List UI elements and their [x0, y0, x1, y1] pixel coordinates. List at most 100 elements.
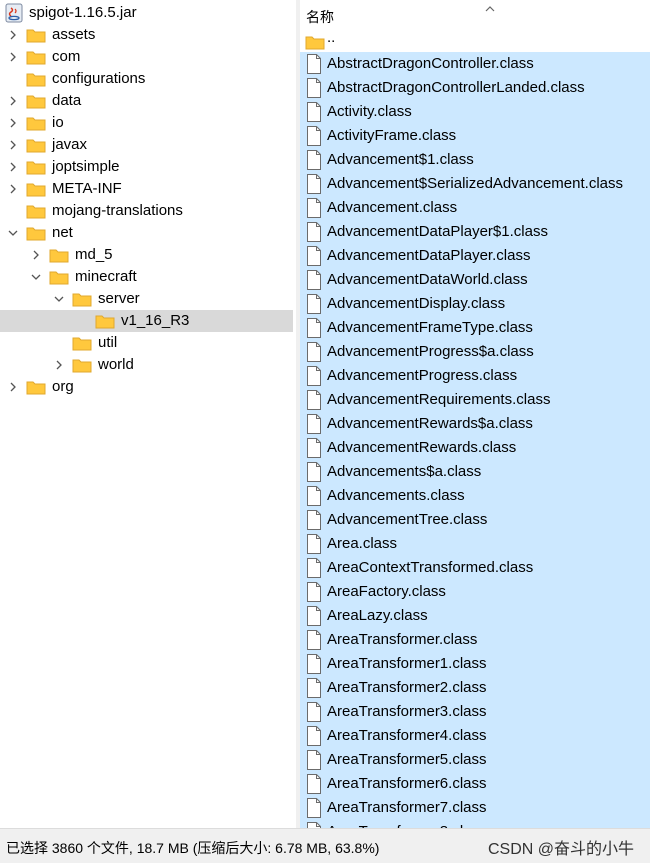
list-item[interactable]: ActivityFrame.class [300, 124, 650, 148]
chevron-down-icon[interactable] [54, 288, 64, 310]
tree-item-data[interactable]: data [0, 90, 296, 112]
tree-item-org[interactable]: org [0, 376, 296, 398]
tree-item-joptsimple[interactable]: joptsimple [0, 156, 296, 178]
list-item[interactable]: AdvancementProgress.class [300, 364, 650, 388]
file-name: Area.class [327, 535, 398, 552]
tree-item-javax[interactable]: javax [0, 134, 296, 156]
list-item[interactable]: AreaTransformer3.class [300, 700, 650, 724]
list-item[interactable]: AdvancementDataPlayer.class [300, 244, 650, 268]
tree-item-meta-inf[interactable]: META-INF [0, 178, 296, 200]
list-item[interactable]: AreaTransformer6.class [300, 772, 650, 796]
folder-icon [95, 313, 115, 329]
tree-item-server[interactable]: server [0, 288, 296, 310]
folder-icon [26, 115, 46, 131]
chevron-right-icon[interactable] [54, 354, 64, 376]
folder-icon [26, 71, 46, 87]
tree-item-assets[interactable]: assets [0, 24, 296, 46]
file-name: AreaTransformer1.class [327, 655, 487, 672]
chevron-right-icon[interactable] [31, 244, 41, 266]
chevron-down-icon[interactable] [8, 222, 18, 244]
list-item[interactable]: AdvancementRequirements.class [300, 388, 650, 412]
list-item[interactable]: AreaTransformer4.class [300, 724, 650, 748]
folder-icon [72, 357, 92, 373]
list-item[interactable]: AdvancementTree.class [300, 508, 650, 532]
list-item[interactable]: AreaTransformer8.class [300, 820, 650, 828]
tree-item-label: v1_16_R3 [121, 312, 190, 329]
list-item[interactable]: Advancements$a.class [300, 460, 650, 484]
list-item[interactable]: Advancement.class [300, 196, 650, 220]
tree-item-label: com [52, 48, 81, 65]
folder-tree[interactable]: spigot-1.16.5.jar assets com configuration… [0, 0, 296, 828]
chevron-right-icon[interactable] [8, 178, 18, 200]
list-item[interactable]: AreaLazy.class [300, 604, 650, 628]
tree-item-label: joptsimple [52, 158, 120, 175]
file-name: AdvancementRequirements.class [327, 391, 551, 408]
tree-item-v1-16-r3[interactable]: v1_16_R3 [0, 310, 293, 332]
status-bar: 已选择 3860 个文件, 18.7 MB (压缩后大小: 6.78 MB, 6… [0, 828, 650, 863]
file-name: AreaTransformer2.class [327, 679, 487, 696]
tree-item-util[interactable]: util [0, 332, 296, 354]
list-item[interactable]: AdvancementRewards.class [300, 436, 650, 460]
file-name: AdvancementFrameType.class [327, 319, 533, 336]
file-name: Advancements$a.class [327, 463, 482, 480]
file-list[interactable]: 名称 .. AbstractDragonController.class Abst… [300, 0, 650, 828]
folder-icon [26, 137, 46, 153]
folder-icon [26, 49, 46, 65]
folder-icon [26, 203, 46, 219]
list-item[interactable]: AreaTransformer7.class [300, 796, 650, 820]
list-item[interactable]: AbstractDragonController.class [300, 52, 650, 76]
folder-icon [72, 335, 92, 351]
list-item[interactable]: AdvancementFrameType.class [300, 316, 650, 340]
list-item[interactable]: AreaTransformer.class [300, 628, 650, 652]
tree-item-md-5[interactable]: md_5 [0, 244, 296, 266]
list-item[interactable]: AreaTransformer2.class [300, 676, 650, 700]
tree-item-world[interactable]: world [0, 354, 296, 376]
chevron-right-icon[interactable] [8, 90, 18, 112]
file-name: Advancements.class [327, 487, 465, 504]
status-text: 已选择 3860 个文件, 18.7 MB (压缩后大小: 6.78 MB, 6… [6, 840, 380, 856]
chevron-right-icon[interactable] [8, 134, 18, 156]
chevron-down-icon[interactable] [31, 266, 41, 288]
tree-item-label: minecraft [75, 268, 137, 285]
chevron-right-icon[interactable] [8, 112, 18, 134]
list-item[interactable]: AreaContextTransformed.class [300, 556, 650, 580]
chevron-right-icon[interactable] [8, 376, 18, 398]
tree-item-net[interactable]: net [0, 222, 296, 244]
sort-ascending-icon [484, 0, 496, 17]
list-item[interactable]: AdvancementProgress$a.class [300, 340, 650, 364]
tree-item-minecraft[interactable]: minecraft [0, 266, 296, 288]
file-name: AdvancementDataPlayer.class [327, 247, 531, 264]
chevron-right-icon[interactable] [8, 156, 18, 178]
chevron-right-icon[interactable] [8, 46, 18, 68]
tree-item-com[interactable]: com [0, 46, 296, 68]
list-item[interactable]: AdvancementDataWorld.class [300, 268, 650, 292]
file-name: AreaFactory.class [327, 583, 446, 600]
list-item[interactable]: Advancement$SerializedAdvancement.class [300, 172, 650, 196]
chevron-right-icon[interactable] [8, 24, 18, 46]
folder-icon [26, 181, 46, 197]
list-item-parent[interactable]: .. [300, 29, 650, 54]
list-item[interactable]: Activity.class [300, 100, 650, 124]
column-header-name[interactable]: 名称 [300, 0, 650, 28]
list-item[interactable]: Advancement$1.class [300, 148, 650, 172]
list-item[interactable]: AreaFactory.class [300, 580, 650, 604]
file-name: AreaLazy.class [327, 607, 428, 624]
list-item[interactable]: AdvancementRewards$a.class [300, 412, 650, 436]
list-item[interactable]: AdvancementDataPlayer$1.class [300, 220, 650, 244]
tree-root[interactable]: spigot-1.16.5.jar [0, 2, 296, 24]
list-item[interactable]: Advancements.class [300, 484, 650, 508]
file-name: AreaTransformer4.class [327, 727, 487, 744]
folder-icon [49, 247, 69, 263]
file-name: AdvancementDataPlayer$1.class [327, 223, 548, 240]
tree-item-io[interactable]: io [0, 112, 296, 134]
list-item[interactable]: AdvancementDisplay.class [300, 292, 650, 316]
tree-item-configurations[interactable]: configurations [0, 68, 296, 90]
list-item[interactable]: Area.class [300, 532, 650, 556]
list-item[interactable]: AreaTransformer5.class [300, 748, 650, 772]
list-item[interactable]: AreaTransformer1.class [300, 652, 650, 676]
tree-item-label: world [98, 356, 134, 373]
list-item[interactable]: AbstractDragonControllerLanded.class [300, 76, 650, 100]
parent-folder-label: .. [327, 29, 336, 46]
tree-item-mojang-translations[interactable]: mojang-translations [0, 200, 296, 222]
file-name: AdvancementTree.class [327, 511, 488, 528]
